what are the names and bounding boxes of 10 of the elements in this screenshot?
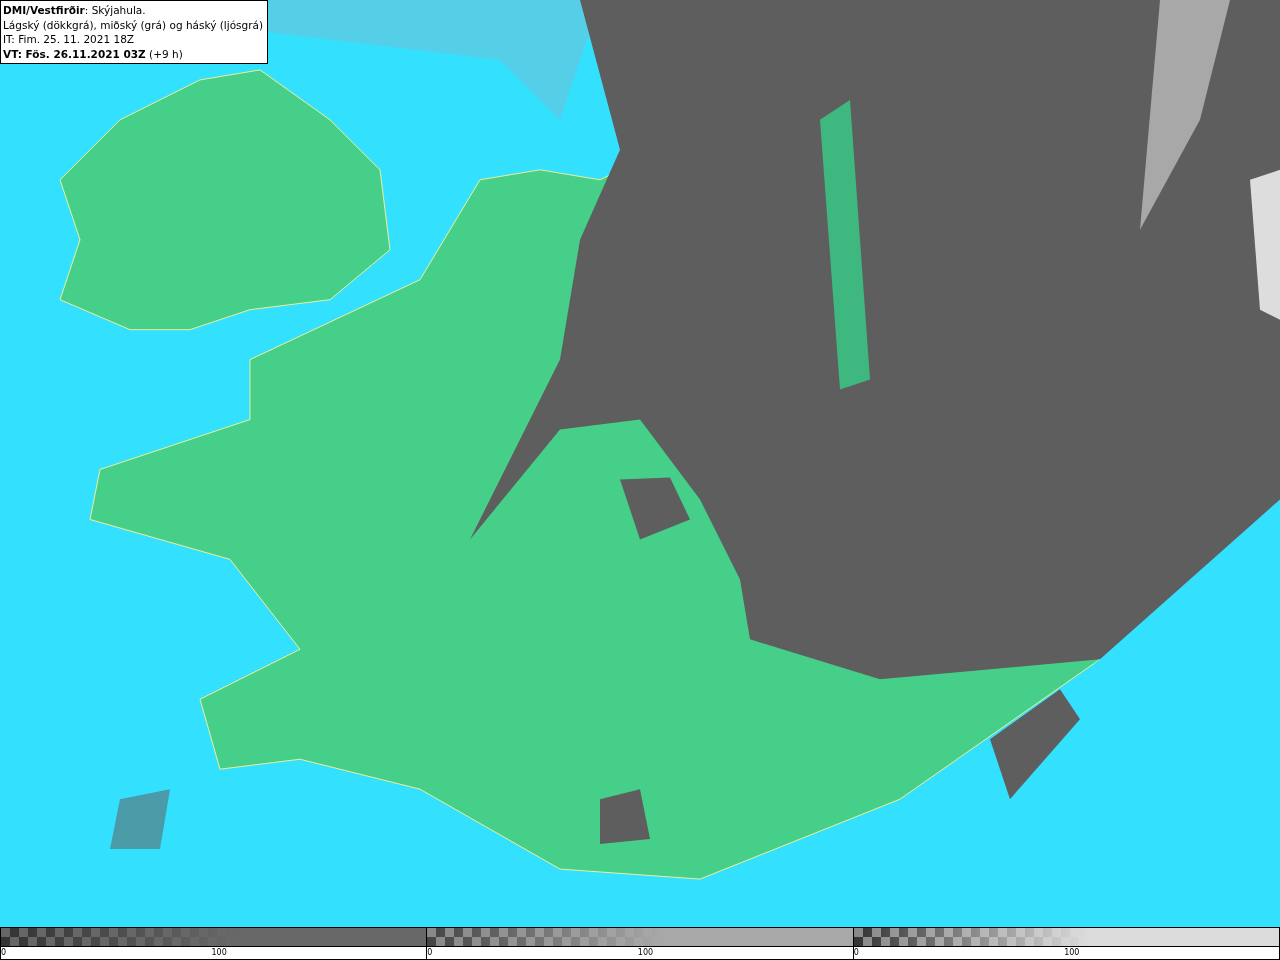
tick-label: 0 [1,947,7,959]
tick-label: 100 [1064,947,1080,959]
legend-text: DMI/Vestfirðir: Skýjahula. [3,3,147,18]
tick-label: 0 [853,947,859,959]
legend-text: Lágský (dökkgrá), miðský (grá) og háský (ljósgrá) [3,17,264,32]
tick-label: 0 [427,947,433,959]
legend-text: VT: Fös. 26.11.2021 03Z (+9 h) [3,46,184,61]
tick-label: 100 [637,947,654,959]
tick-label: 100 [211,947,227,959]
legend-text: IT: Fim. 25. 11. 2021 18Z [3,32,135,47]
